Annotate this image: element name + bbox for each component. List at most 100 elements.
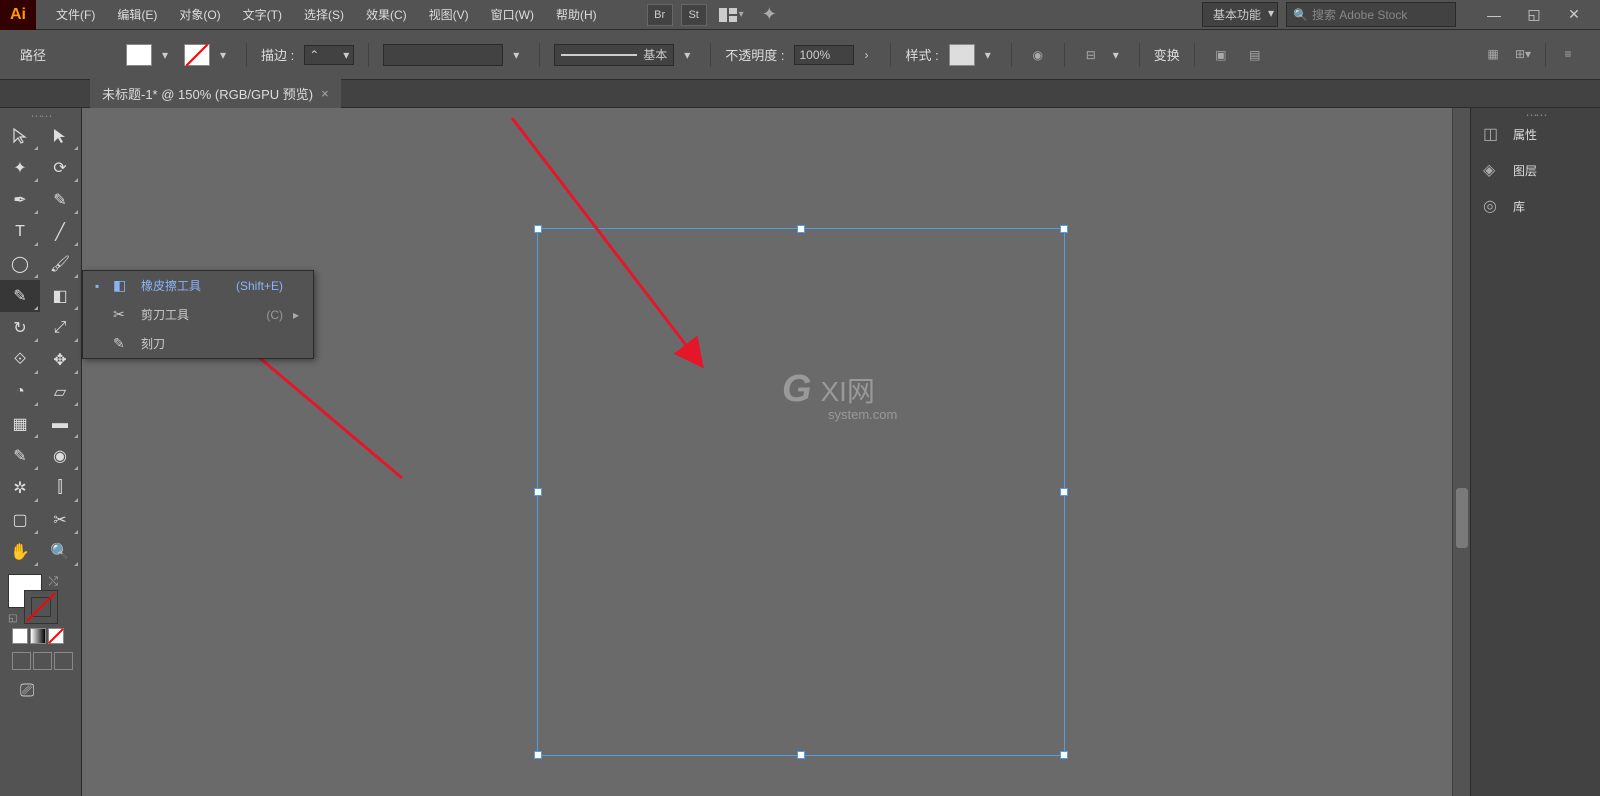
- selection-tool[interactable]: [0, 120, 40, 152]
- curvature-tool[interactable]: ✎: [40, 184, 80, 216]
- align-icon[interactable]: ⊟: [1079, 44, 1103, 66]
- menu-edit[interactable]: 编辑(E): [107, 0, 167, 29]
- bridge-icon[interactable]: Br: [647, 4, 673, 26]
- search-input[interactable]: 🔍 搜索 Adobe Stock: [1286, 2, 1456, 27]
- draw-behind[interactable]: [33, 652, 52, 670]
- eraser-tool[interactable]: ◧: [40, 280, 80, 312]
- perspective-tool[interactable]: ▱: [40, 376, 80, 408]
- stroke-weight-input[interactable]: ⌃▾: [304, 45, 354, 65]
- color-mode-solid[interactable]: [12, 628, 28, 644]
- tab-close-icon[interactable]: ×: [321, 86, 329, 101]
- stroke-swatch[interactable]: [184, 44, 210, 66]
- swap-colors-icon[interactable]: ⤭: [48, 574, 58, 589]
- selection-bbox[interactable]: [537, 228, 1065, 756]
- stroke-dropdown-icon[interactable]: ▾: [220, 48, 232, 62]
- type-tool[interactable]: T: [0, 216, 40, 248]
- arrange-docs-icon[interactable]: [719, 6, 737, 24]
- line-tool[interactable]: ╱: [40, 216, 80, 248]
- edit-mask-icon[interactable]: ▤: [1243, 44, 1267, 66]
- handle-bot-left[interactable]: [534, 751, 542, 759]
- panel-grip[interactable]: [1471, 108, 1600, 116]
- stroke-color[interactable]: [24, 590, 58, 624]
- gpu-icon[interactable]: ✦: [762, 4, 777, 25]
- blend-tool[interactable]: ◉: [40, 440, 80, 472]
- menu-help[interactable]: 帮助(H): [546, 0, 607, 29]
- symbol-sprayer-tool[interactable]: ✲: [0, 472, 40, 504]
- draw-normal[interactable]: [12, 652, 31, 670]
- transform-label[interactable]: 变换: [1154, 45, 1180, 64]
- minimize-button[interactable]: —: [1474, 3, 1514, 27]
- style-dropdown-icon[interactable]: ▾: [985, 48, 997, 62]
- rotate-tool[interactable]: ↻: [0, 312, 40, 344]
- fill-dropdown-icon[interactable]: ▾: [162, 48, 174, 62]
- brush-dropdown-icon[interactable]: ▾: [684, 48, 696, 62]
- handle-top-left[interactable]: [534, 225, 542, 233]
- settings-icon[interactable]: ⊞▾: [1511, 43, 1535, 65]
- free-transform-tool[interactable]: ✥: [40, 344, 80, 376]
- arrange-dropdown-icon[interactable]: ▾: [739, 9, 744, 20]
- menu-effect[interactable]: 效果(C): [356, 0, 417, 29]
- toolbar-grip[interactable]: [0, 112, 81, 120]
- close-button[interactable]: ✕: [1554, 3, 1594, 27]
- artboard-tool[interactable]: ▢: [0, 504, 40, 536]
- workspace-switcher[interactable]: 基本功能: [1202, 2, 1278, 27]
- handle-mid-right[interactable]: [1060, 488, 1068, 496]
- lasso-tool[interactable]: ⟳: [40, 152, 80, 184]
- ellipse-tool[interactable]: ◯: [0, 248, 40, 280]
- isolate-icon[interactable]: ▣: [1209, 44, 1233, 66]
- hand-tool[interactable]: ✋: [0, 536, 40, 568]
- shape-builder-tool[interactable]: ◔: [0, 376, 40, 408]
- menu-file[interactable]: 文件(F): [46, 0, 105, 29]
- eyedropper-tool[interactable]: ✎: [0, 440, 40, 472]
- gradient-tool[interactable]: ▬: [40, 408, 80, 440]
- stroke-profile-input[interactable]: [383, 44, 503, 66]
- canvas[interactable]: G XI网 system.com: [82, 108, 1470, 796]
- scale-tool[interactable]: ⤢: [40, 312, 80, 344]
- menu-select[interactable]: 选择(S): [294, 0, 354, 29]
- stock-icon[interactable]: St: [681, 4, 707, 26]
- handle-top-right[interactable]: [1060, 225, 1068, 233]
- grid-icon[interactable]: ▦: [1481, 43, 1505, 65]
- color-mode-none[interactable]: [48, 628, 64, 644]
- panel-layers[interactable]: ◈ 图层: [1471, 152, 1600, 188]
- slice-tool[interactable]: ✂: [40, 504, 80, 536]
- style-swatch[interactable]: [949, 44, 975, 66]
- pen-tool[interactable]: ✒: [0, 184, 40, 216]
- opacity-input[interactable]: 100%: [794, 45, 854, 65]
- profile-dropdown-icon[interactable]: ▾: [513, 48, 525, 62]
- direct-selection-tool[interactable]: [40, 120, 80, 152]
- vertical-scrollbar[interactable]: [1452, 108, 1470, 796]
- handle-bot-mid[interactable]: [797, 751, 805, 759]
- document-tab[interactable]: 未标题-1* @ 150% (RGB/GPU 预览) ×: [90, 79, 341, 108]
- fill-swatch[interactable]: [126, 44, 152, 66]
- paintbrush-tool[interactable]: 🖌: [40, 248, 80, 280]
- brush-definition[interactable]: 基本: [554, 44, 674, 66]
- menu-object[interactable]: 对象(O): [169, 0, 230, 29]
- width-tool[interactable]: ⟐: [0, 344, 40, 376]
- zoom-tool[interactable]: 🔍: [40, 536, 80, 568]
- mesh-tool[interactable]: ▦: [0, 408, 40, 440]
- menu-window[interactable]: 窗口(W): [481, 0, 544, 29]
- align-dropdown-icon[interactable]: ▾: [1113, 48, 1125, 62]
- recolor-icon[interactable]: ◉: [1026, 44, 1050, 66]
- shaper-tool[interactable]: ✎: [0, 280, 40, 312]
- scrollbar-thumb[interactable]: [1456, 488, 1468, 548]
- panel-menu-icon[interactable]: ≡: [1556, 43, 1580, 65]
- handle-top-mid[interactable]: [797, 225, 805, 233]
- panel-libraries[interactable]: ◎ 库: [1471, 188, 1600, 224]
- screen-mode-icon[interactable]: ⎚: [8, 680, 73, 701]
- opacity-dropdown-icon[interactable]: ›: [864, 48, 876, 62]
- flyout-scissors[interactable]: ✂ 剪刀工具 (C) ▸: [83, 300, 313, 329]
- handle-mid-left[interactable]: [534, 488, 542, 496]
- menu-type[interactable]: 文字(T): [233, 0, 292, 29]
- menu-view[interactable]: 视图(V): [419, 0, 479, 29]
- maximize-button[interactable]: ◱: [1514, 3, 1554, 27]
- draw-inside[interactable]: [54, 652, 73, 670]
- color-mode-gradient[interactable]: [30, 628, 46, 644]
- magic-wand-tool[interactable]: ✦: [0, 152, 40, 184]
- flyout-eraser[interactable]: ▪ ◧ 橡皮擦工具 (Shift+E): [83, 271, 313, 300]
- handle-bot-right[interactable]: [1060, 751, 1068, 759]
- default-colors-icon[interactable]: ◱: [8, 613, 17, 624]
- graph-tool[interactable]: ⫿: [40, 472, 80, 504]
- flyout-knife[interactable]: ✎ 刻刀: [83, 329, 313, 358]
